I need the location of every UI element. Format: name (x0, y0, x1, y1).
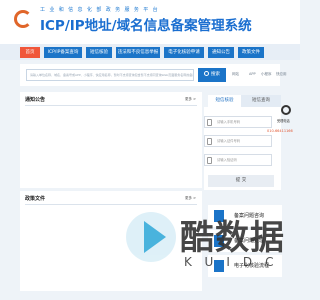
phone-icon (207, 119, 212, 126)
id-field[interactable]: 请输入证件号码 (204, 135, 272, 147)
ministry-logo-icon (14, 10, 32, 28)
divider (25, 105, 197, 106)
platform-miniprogram[interactable]: 小程序 (261, 72, 272, 77)
header-subtitle: 工 业 和 信 息 化 部 政 务 服 务 平 台 (40, 7, 160, 13)
nav-report[interactable]: 违法和不良信息举报 (116, 47, 160, 58)
telephone-icon (281, 105, 291, 115)
search-input[interactable]: 请输入单位名称、域名、备案号或APP、小程序、快应用名称，暂时不支持查询包含暂不… (26, 69, 194, 81)
id-card-icon (207, 138, 212, 145)
nav-sms-verify[interactable]: 短信核验 (86, 47, 112, 58)
platform-app[interactable]: APP (249, 72, 256, 76)
watermark-text: 酷数据 (180, 218, 285, 258)
nav-icp-query[interactable]: ICP/IP备案查询 (44, 47, 82, 58)
page-title: ICP/IP地址/域名信息备案管理系统 (40, 18, 252, 34)
play-triangle-icon (144, 221, 166, 253)
policy-title: 政策文件 (25, 196, 46, 202)
nav-policies[interactable]: 政策文件 (238, 47, 264, 58)
search-bar: 请输入单位名称、域名、备案号或APP、小程序、快应用名称，暂时不支持查询包含暂不… (20, 64, 287, 86)
notice-title: 通知公告 (25, 97, 46, 103)
hotline-label: 受理电话 (277, 119, 290, 123)
watermark-play-icon (126, 212, 176, 262)
phone-placeholder: 请输入手机号码 (217, 120, 241, 124)
nav-home[interactable]: 首页 (20, 47, 40, 58)
platform-website[interactable]: 网站 (232, 72, 239, 77)
notice-more-link[interactable]: 更多 > (185, 97, 196, 102)
notice-panel: 通知公告 更多 > (20, 92, 202, 188)
watermark-subtext: KUIDC (184, 255, 287, 269)
hotline: 受理电话 010-66411166 (267, 105, 300, 137)
id-placeholder: 请输入证件号码 (217, 139, 241, 143)
site-header: 工 业 和 信 息 化 部 政 务 服 务 平 台 ICP/IP地址/域名信息备… (0, 0, 300, 44)
watermark: 酷数据 KUIDC (120, 200, 290, 280)
search-button-label: 搜索 (211, 72, 220, 77)
nav-notices[interactable]: 通知公告 (208, 47, 234, 58)
platform-quickapp[interactable]: 快应用 (276, 72, 287, 77)
shield-icon (207, 157, 212, 164)
main-nav: 首页 ICP/IP备案查询 短信核验 违法和不良信息举报 电子化核验申请 通知公… (0, 44, 300, 60)
tab-sms-verify[interactable]: 短信核验 (208, 95, 241, 107)
submit-button[interactable]: 提 交 (208, 175, 274, 187)
captcha-placeholder: 请输入验证码 (217, 158, 237, 162)
search-button[interactable]: 搜索 (198, 68, 226, 82)
phone-field[interactable]: 请输入手机号码 (204, 116, 272, 128)
search-icon (204, 71, 209, 76)
hotline-number: 010-66411166 (267, 129, 293, 133)
nav-e-verify[interactable]: 电子化核验申请 (164, 47, 204, 58)
captcha-field[interactable]: 请输入验证码 (204, 154, 272, 166)
